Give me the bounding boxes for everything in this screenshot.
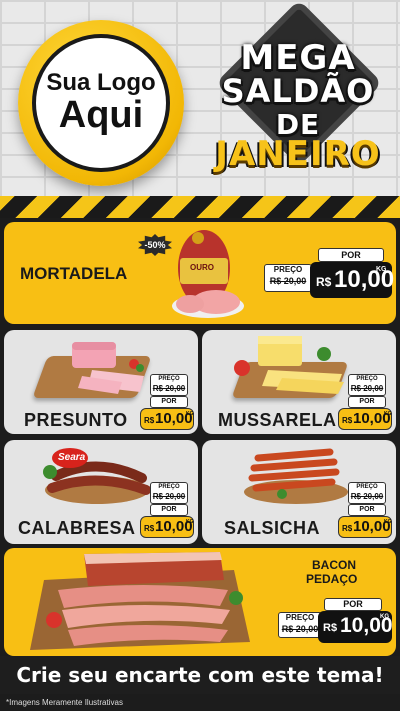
old-price-value: R$ 20,00 xyxy=(152,492,186,501)
cta-banner[interactable]: Crie seu encarte com este tema! xyxy=(0,656,400,694)
price-unit: KG xyxy=(186,519,194,525)
currency-symbol: R$ xyxy=(342,524,353,533)
mortadela-image xyxy=(172,230,244,318)
presunto-image xyxy=(72,342,144,394)
header-brick-wall: Sua Logo Aqui MEGA SALDÃO DE JANEIRO xyxy=(0,0,400,196)
logo-line2: Aqui xyxy=(58,93,144,136)
logo-line1: Sua Logo xyxy=(46,69,156,97)
currency-symbol: R$ xyxy=(342,416,353,425)
salsicha-image xyxy=(244,448,348,504)
product-name-mussarela: MUSSARELA xyxy=(218,410,337,430)
salsicha-new-price: R$ 10,00 KG xyxy=(338,516,392,538)
card-calabresa[interactable]: Seara CALABRESA PREÇO R$ 20,00 POR R$ 10… xyxy=(4,440,198,544)
price-unit: KG xyxy=(376,266,387,273)
mussarela-image xyxy=(234,336,344,394)
bacon-image xyxy=(30,552,250,650)
product-name-bacon-l2: PEDAÇO xyxy=(306,572,358,586)
mortadela-new-price: R$ 10,00 KG xyxy=(310,262,394,298)
salsicha-old-price: PREÇO R$ 20,00 xyxy=(348,482,386,504)
currency-symbol: R$ xyxy=(144,524,155,533)
currency-symbol: R$ xyxy=(144,416,155,425)
calabresa-por-label: POR xyxy=(150,504,188,516)
mortadela-old-price: PREÇO R$ 20,00 xyxy=(264,264,312,292)
currency-symbol: R$ xyxy=(323,622,338,634)
presunto-old-price: PREÇO R$ 20,00 xyxy=(150,374,188,396)
presunto-new-price: R$ 10,00 KG xyxy=(140,408,194,430)
logo-badge[interactable]: Sua Logo Aqui xyxy=(18,20,184,186)
old-price-value: R$ 20,00 xyxy=(152,384,186,393)
preco-label: PREÇO xyxy=(356,484,378,490)
price-unit: KG xyxy=(380,614,389,620)
product-name-presunto: PRESUNTO xyxy=(24,410,128,430)
preco-label: PREÇO xyxy=(273,265,303,274)
currency-symbol: R$ xyxy=(316,275,332,289)
product-name-calabresa: CALABRESA xyxy=(18,518,136,538)
mortadela-por-label: POR xyxy=(318,248,384,262)
calabresa-brand-label: Seara xyxy=(58,452,86,463)
old-price-value: R$ 20,00 xyxy=(269,276,307,286)
card-presunto[interactable]: PRESUNTO PREÇO R$ 20,00 POR R$ 10,00 KG xyxy=(4,330,198,434)
promo-title: MEGA SALDÃO DE JANEIRO xyxy=(200,0,396,190)
preco-label: PREÇO xyxy=(158,484,180,490)
bacon-old-price: PREÇO R$ 20,00 xyxy=(278,612,322,638)
bacon-por-label: POR xyxy=(324,598,382,611)
old-price-value: R$ 20,00 xyxy=(350,384,384,393)
mussarela-old-price: PREÇO R$ 20,00 xyxy=(348,374,386,396)
preco-label: PREÇO xyxy=(158,376,180,382)
price-unit: KG xyxy=(384,519,392,525)
price-unit: KG xyxy=(186,411,194,417)
preco-label: PREÇO xyxy=(285,613,315,622)
presunto-por-label: POR xyxy=(150,396,188,408)
footnote: *Imagens Meramente Ilustrativas xyxy=(6,698,123,707)
logo-inner: Sua Logo Aqui xyxy=(32,34,170,172)
card-mussarela[interactable]: MUSSARELA PREÇO R$ 20,00 POR R$ 10,00 KG xyxy=(202,330,396,434)
calabresa-old-price: PREÇO R$ 20,00 xyxy=(150,482,188,504)
preco-label: PREÇO xyxy=(356,376,378,382)
card-salsicha[interactable]: SALSICHA PREÇO R$ 20,00 POR R$ 10,00 KG xyxy=(202,440,396,544)
mussarela-por-label: POR xyxy=(348,396,386,408)
product-name-mortadela: MORTADELA xyxy=(20,264,128,283)
old-price-value: R$ 20,00 xyxy=(350,492,384,501)
hazard-stripes xyxy=(0,196,400,218)
title-janeiro: JANEIRO xyxy=(215,134,381,174)
calabresa-new-price: R$ 10,00 KG xyxy=(140,516,194,538)
salsicha-por-label: POR xyxy=(348,504,386,516)
card-bacon[interactable]: BACON PEDAÇO PREÇO R$ 20,00 POR R$ 10,00… xyxy=(4,548,396,656)
mussarela-new-price: R$ 10,00 KG xyxy=(338,408,392,430)
product-name-bacon-l1: BACON xyxy=(312,558,356,572)
title-saldao: SALDÃO xyxy=(221,72,375,110)
mortadela-brand-label: OURO xyxy=(190,263,214,272)
price-unit: KG xyxy=(384,411,392,417)
card-mortadela[interactable]: MORTADELA OURO PREÇO R$ 20,00 POR R$ 10,… xyxy=(4,222,396,324)
bacon-new-price: R$ 10,00 KG xyxy=(318,611,393,643)
old-price-value: R$ 20,00 xyxy=(281,624,319,634)
product-name-salsicha: SALSICHA xyxy=(224,518,321,538)
